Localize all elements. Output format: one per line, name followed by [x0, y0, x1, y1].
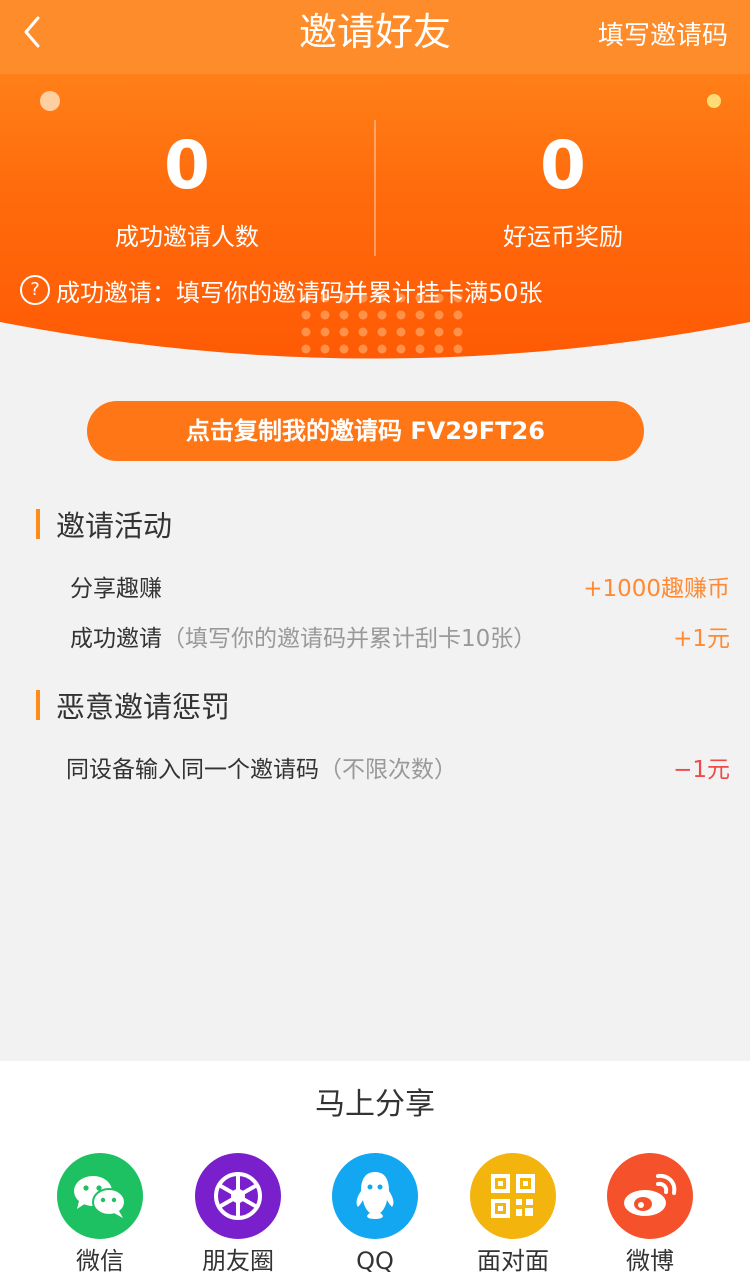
penalty-header: 恶意邀请惩罚 — [36, 688, 230, 724]
invite-count-value: 0 — [164, 127, 210, 204]
decorative-dot — [453, 344, 463, 354]
hero-note[interactable]: ? 成功邀请：填写你的邀请码并累计挂卡满50张 — [20, 272, 543, 308]
decorative-dot — [320, 327, 330, 337]
weibo-icon — [607, 1153, 693, 1239]
invite-count-label: 成功邀请人数 — [115, 223, 259, 251]
share-label-face-to-face: 面对面 — [477, 1247, 549, 1275]
decorative-dot — [377, 344, 387, 354]
decorative-dot — [453, 310, 463, 320]
hero-note-text: 成功邀请：填写你的邀请码并累计挂卡满50张 — [56, 278, 543, 307]
decorative-dot — [434, 344, 444, 354]
fill-invite-code-link[interactable]: 填写邀请码 — [598, 18, 728, 54]
qq-icon — [332, 1153, 418, 1239]
decorative-dot — [396, 344, 406, 354]
decorative-dot — [339, 310, 349, 320]
decorative-dot — [415, 344, 425, 354]
activity-row-reward: +1000趣赚币 — [583, 576, 730, 602]
decorative-dot — [301, 327, 311, 337]
share-weibo-button[interactable]: 微博 — [595, 1153, 705, 1277]
share-label-qq: QQ — [356, 1247, 394, 1275]
decorative-dot — [415, 327, 425, 337]
invite-activity-header: 邀请活动 — [36, 507, 172, 543]
activity-row-reward: +1元 — [673, 626, 730, 652]
decorative-dot — [301, 310, 311, 320]
decorative-dot — [377, 310, 387, 320]
moments-icon — [195, 1153, 281, 1239]
share-panel: 马上分享 微信 朋友圈 QQ 面对面 微博 — [0, 1061, 750, 1281]
stat-divider — [374, 120, 376, 256]
decorative-dot — [358, 344, 368, 354]
decorative-dot — [434, 327, 444, 337]
top-navigation-bar: 邀请好友 填写邀请码 — [0, 0, 750, 74]
decorative-dot — [396, 310, 406, 320]
decorative-dot — [320, 344, 330, 354]
share-title: 马上分享 — [315, 1087, 435, 1122]
share-wechat-button[interactable]: 微信 — [45, 1153, 155, 1277]
coin-reward-label: 好运币奖励 — [503, 223, 623, 251]
decorative-dot — [453, 327, 463, 337]
decorative-dot — [301, 344, 311, 354]
coin-reward-value: 0 — [540, 127, 586, 204]
decorative-dot — [339, 344, 349, 354]
decorative-dot — [377, 327, 387, 337]
penalty-title: 恶意邀请惩罚 — [56, 690, 231, 724]
activity-row-label: 分享趣赚 — [70, 576, 162, 602]
decorative-dot — [434, 310, 444, 320]
share-label-weibo: 微博 — [626, 1247, 674, 1275]
invite-count-stat: 0 成功邀请人数 — [37, 128, 337, 254]
decorative-dot — [396, 327, 406, 337]
penalty-row-note: （不限次数） — [319, 757, 457, 783]
decorative-dot — [358, 327, 368, 337]
qr-code-icon — [470, 1153, 556, 1239]
question-circle-icon: ? — [20, 275, 50, 305]
activity-row-share: 分享趣赚 +1000趣赚币 — [70, 569, 730, 603]
section-accent-bar — [36, 509, 40, 539]
activity-row-label: 成功邀请 — [70, 626, 162, 652]
share-label-wechat: 微信 — [76, 1247, 124, 1275]
share-label-moments: 朋友圈 — [202, 1247, 274, 1275]
invite-activity-title: 邀请活动 — [56, 509, 173, 543]
penalty-row-value: −1元 — [673, 757, 730, 783]
activity-row-note: （填写你的邀请码并累计刮卡10张） — [162, 626, 537, 652]
decorative-dot — [358, 310, 368, 320]
penalty-row-label: 同设备输入同一个邀请码 — [66, 757, 319, 783]
decorative-dot — [415, 310, 425, 320]
activity-row-invite: 成功邀请（填写你的邀请码并累计刮卡10张） +1元 — [70, 619, 730, 653]
section-accent-bar — [36, 690, 40, 720]
coin-reward-stat: 0 好运币奖励 — [413, 128, 713, 254]
wechat-icon — [57, 1153, 143, 1239]
share-qq-button[interactable]: QQ — [320, 1153, 430, 1277]
share-face-to-face-button[interactable]: 面对面 — [458, 1153, 568, 1277]
share-moments-button[interactable]: 朋友圈 — [183, 1153, 293, 1277]
decorative-dot — [320, 310, 330, 320]
copy-invite-code-button[interactable]: 点击复制我的邀请码 FV29FT26 — [87, 401, 644, 461]
decorative-dot — [339, 327, 349, 337]
penalty-row: 同设备输入同一个邀请码（不限次数） −1元 — [66, 750, 730, 784]
